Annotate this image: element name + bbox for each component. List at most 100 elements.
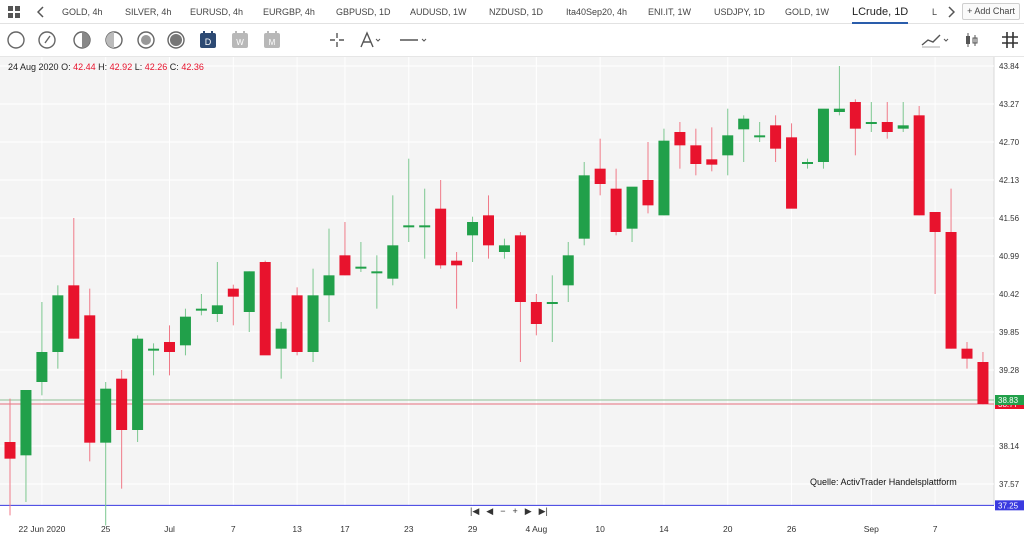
y-tick-label: 42.70 — [999, 138, 1020, 147]
candle-body — [929, 212, 941, 232]
tab-item[interactable]: EURUSD, 4h — [190, 0, 243, 24]
nav-prev-button[interactable]: ◀ — [486, 506, 493, 520]
add-chart-button[interactable]: + Add Chart — [962, 3, 1020, 20]
candle-body — [227, 288, 239, 297]
nav-next-button[interactable]: ▶ — [525, 506, 532, 520]
candle-body — [977, 362, 989, 404]
candle-body — [849, 102, 861, 129]
candle-body — [833, 108, 845, 112]
candle-body — [100, 388, 112, 443]
candle-body — [802, 162, 813, 164]
candle-body — [403, 225, 415, 228]
tab-item[interactable]: SILVER, 4h — [125, 0, 171, 24]
filled-circle-tool-icon-2[interactable] — [166, 30, 186, 50]
candle[interactable] — [658, 128, 670, 216]
grid-icon[interactable] — [1000, 30, 1020, 50]
nav-last-button[interactable]: ▶| — [539, 506, 548, 520]
line-style-icon[interactable] — [398, 30, 428, 50]
tab-item[interactable]: NZDUSD, 1D — [489, 0, 543, 24]
ellipse-tool-icon[interactable] — [104, 30, 124, 50]
tab-item[interactable]: EURGBP, 4h — [263, 0, 315, 24]
x-tick-label: Jul — [164, 524, 175, 534]
price-tag-green: 38.83 — [995, 395, 1024, 405]
candle-body — [514, 235, 526, 302]
tab-item[interactable]: GBPUSD, 1D — [336, 0, 391, 24]
candle[interactable] — [913, 106, 925, 216]
x-tick-label: 20 — [723, 524, 733, 534]
candle-body — [243, 271, 255, 312]
candle-body — [754, 135, 766, 138]
svg-text:M: M — [269, 38, 276, 47]
tab-item[interactable]: GOLD, 4h — [62, 0, 103, 24]
ohlc-high-value: 42.92 — [109, 62, 133, 72]
x-tick-label: 10 — [595, 524, 605, 534]
candle-style-icon[interactable] — [962, 30, 982, 50]
app-grid-icon[interactable] — [6, 3, 22, 21]
tab-item[interactable]: Ita40Sep20, 4h — [566, 0, 627, 24]
candle-body — [52, 295, 64, 352]
chart-area[interactable]: 43.84 43.27 42.70 42.13 41.56 40.99 40.42 39.85… — [0, 57, 1024, 542]
tab-item[interactable]: AUDUSD, 1W — [410, 0, 467, 24]
tab-item[interactable]: LCrude, 1D — [852, 0, 909, 24]
ohlc-low-value: 42.26 — [144, 62, 168, 72]
tab-item[interactable]: ENI.IT, 1W — [648, 0, 691, 24]
chart-tabs: GOLD, 4h SILVER, 4h EURUSD, 4h EURGBP, 4h GB… — [48, 0, 938, 24]
candle-body — [770, 125, 782, 149]
source-label: Quelle: ActivTrader Handelsplattform — [810, 477, 957, 487]
candle-body — [211, 305, 223, 314]
tabs-scroll-right-icon[interactable] — [944, 3, 958, 21]
price-tag-level-text: 37.25 — [998, 501, 1019, 510]
filled-circle-tool-icon[interactable] — [136, 30, 156, 50]
ohlc-close-value: 42.36 — [181, 62, 204, 72]
candle-body — [451, 260, 463, 266]
candle[interactable] — [291, 287, 303, 356]
nav-zoom-in-button[interactable]: + — [512, 506, 517, 520]
tab-item[interactable]: L — [932, 0, 937, 24]
svg-text:D: D — [205, 37, 212, 47]
chart-toolbar: D W M — [0, 24, 1024, 57]
daily-calendar-icon[interactable]: D — [198, 30, 218, 50]
trend-chart-icon[interactable] — [920, 30, 950, 50]
x-tick-label: 23 — [404, 524, 414, 534]
candle-body — [594, 168, 606, 184]
ohlc-low-label: L: — [134, 62, 143, 72]
y-tick-label: 43.84 — [999, 62, 1020, 71]
candle-body — [498, 245, 510, 252]
weekly-calendar-icon[interactable]: W — [230, 30, 250, 50]
candle-body — [371, 271, 383, 274]
candle[interactable] — [132, 335, 144, 442]
chart-tab-bar: GOLD, 4h SILVER, 4h EURUSD, 4h EURGBP, 4h GB… — [0, 0, 1024, 24]
ohlc-date: 24 Aug 2020 — [8, 62, 59, 72]
candle-body — [722, 135, 734, 156]
candle-body — [20, 390, 32, 456]
candle-body — [148, 348, 160, 351]
candle-body — [195, 308, 207, 311]
candle-body — [562, 255, 574, 286]
circle-arrow-tool-icon[interactable] — [37, 30, 57, 50]
tabs-scroll-left-icon[interactable] — [34, 3, 48, 21]
candlestick-chart[interactable]: 43.84 43.27 42.70 42.13 41.56 40.99 40.42 39.85… — [0, 57, 1024, 542]
price-tag-green-text: 38.83 — [998, 396, 1019, 405]
crosshair-icon[interactable] — [327, 30, 347, 50]
x-tick-label: 22 Jun 2020 — [19, 524, 66, 534]
candle-body — [307, 295, 319, 352]
tab-item[interactable]: USDJPY, 1D — [714, 0, 765, 24]
drawing-pen-icon[interactable] — [357, 30, 381, 50]
candle-body — [706, 159, 718, 165]
candle-body — [578, 175, 590, 239]
svg-text:W: W — [236, 38, 244, 47]
ohlc-close-label: C: — [169, 62, 179, 72]
nav-zoom-out-button[interactable]: − — [500, 506, 505, 520]
candle-body — [179, 316, 191, 346]
monthly-calendar-icon[interactable]: M — [262, 30, 282, 50]
candle-body — [817, 108, 829, 162]
half-circle-tool-icon[interactable] — [72, 30, 92, 50]
nav-first-button[interactable]: |◀ — [470, 506, 479, 520]
candle-body — [84, 315, 96, 443]
candle[interactable] — [259, 260, 271, 356]
y-tick-label: 37.57 — [999, 480, 1020, 489]
circle-tool-icon[interactable] — [6, 30, 26, 50]
candle-body — [435, 208, 447, 266]
candle[interactable] — [817, 108, 829, 169]
tab-item[interactable]: GOLD, 1W — [785, 0, 829, 24]
